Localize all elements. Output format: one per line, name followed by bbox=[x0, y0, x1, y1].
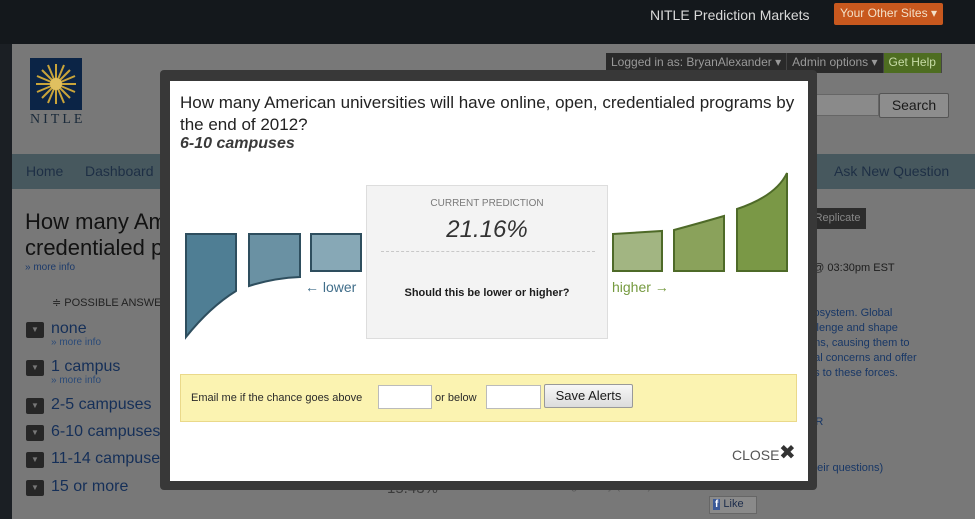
alert-above-input[interactable] bbox=[378, 385, 432, 409]
lower-label[interactable]: ← lower bbox=[305, 279, 356, 295]
prediction-label: CURRENT PREDICTION bbox=[430, 198, 544, 209]
answer-label[interactable]: 2-5 campuses bbox=[51, 396, 152, 414]
email-alert-bar: Email me if the chance goes above or bel… bbox=[180, 374, 797, 422]
answer-label[interactable]: 15 or more bbox=[51, 478, 128, 496]
answer-more-info-link[interactable]: » more info bbox=[51, 375, 120, 386]
expand-arrow-icon[interactable]: ▼ bbox=[26, 360, 44, 376]
close-icon[interactable]: ✖ bbox=[779, 443, 797, 463]
close-label[interactable]: CLOSE bbox=[732, 447, 779, 463]
site-title[interactable]: NITLE Prediction Markets bbox=[650, 7, 810, 23]
higher-bar-small[interactable] bbox=[612, 229, 663, 272]
lower-bar-large[interactable] bbox=[185, 233, 237, 340]
question-more-info-link[interactable]: » more info bbox=[25, 262, 75, 273]
higher-bar-large[interactable] bbox=[736, 172, 788, 272]
prediction-modal: How many American universities will have… bbox=[170, 81, 808, 481]
logo[interactable]: NITLE bbox=[30, 58, 82, 128]
lower-or-higher-prompt: Should this be lower or higher? bbox=[404, 287, 570, 299]
expand-arrow-icon[interactable]: ▼ bbox=[26, 398, 44, 414]
answer-label[interactable]: none bbox=[51, 320, 87, 337]
expand-arrow-icon[interactable]: ▼ bbox=[26, 480, 44, 496]
alert-above-label: Email me if the chance goes above bbox=[191, 392, 363, 404]
answer-label[interactable]: 6-10 campuses bbox=[51, 423, 160, 441]
question-description: cosystem. Global allenge and shape ons, … bbox=[808, 307, 917, 379]
search-button[interactable]: Search bbox=[879, 93, 949, 118]
answer-row[interactable]: ▼ 11-14 campuses bbox=[26, 450, 168, 468]
lower-bar-medium[interactable] bbox=[248, 233, 301, 288]
other-sites-menu[interactable]: Your Other Sites ▾ bbox=[834, 3, 943, 25]
save-alerts-button[interactable]: Save Alerts bbox=[544, 384, 633, 408]
nav-dashboard[interactable]: Dashboard bbox=[85, 163, 154, 179]
higher-bar-medium[interactable] bbox=[673, 214, 725, 272]
logo-sunburst-icon bbox=[30, 58, 82, 110]
question-date: 2 @ 03:30pm EST bbox=[804, 262, 895, 274]
search-input[interactable] bbox=[807, 94, 879, 116]
alert-below-label: or below bbox=[435, 392, 477, 404]
nav-ask-question[interactable]: Ask New Question bbox=[834, 163, 949, 179]
nav-home[interactable]: Home bbox=[26, 163, 63, 179]
answer-row[interactable]: ▼ 2-5 campuses bbox=[26, 396, 152, 414]
lower-bar-small[interactable] bbox=[310, 233, 362, 272]
higher-label[interactable]: higher → bbox=[612, 279, 669, 295]
top-bar: NITLE Prediction Markets Your Other Site… bbox=[0, 0, 975, 44]
answer-label[interactable]: 11-14 campuses bbox=[51, 450, 168, 468]
answer-row[interactable]: ▼ 15 or more bbox=[26, 478, 128, 496]
facebook-like-button[interactable]: f Like bbox=[709, 496, 757, 514]
answer-label[interactable]: 1 campus bbox=[51, 358, 120, 375]
answer-row[interactable]: ▼ 1 campus» more info bbox=[26, 358, 120, 386]
expand-arrow-icon[interactable]: ▼ bbox=[26, 425, 44, 441]
question-title: How many Am credentialed p bbox=[25, 209, 167, 260]
answer-row[interactable]: ▼ 6-10 campuses bbox=[26, 423, 160, 441]
prediction-divider bbox=[381, 251, 595, 252]
alert-below-input[interactable] bbox=[486, 385, 541, 409]
current-prediction-box: CURRENT PREDICTION 21.16% Should this be… bbox=[366, 185, 608, 339]
sidebar-questions-link[interactable]: their questions) bbox=[808, 462, 883, 474]
expand-arrow-icon[interactable]: ▼ bbox=[26, 452, 44, 468]
expand-arrow-icon[interactable]: ▼ bbox=[26, 322, 44, 338]
answer-row[interactable]: ▼ none» more info bbox=[26, 320, 101, 348]
get-help-button[interactable]: Get Help bbox=[883, 53, 942, 73]
answer-more-info-link[interactable]: » more info bbox=[51, 337, 101, 348]
possible-answers-header[interactable]: ≑ POSSIBLE ANSWER bbox=[52, 296, 169, 309]
prediction-value: 21.16% bbox=[446, 216, 528, 243]
logo-text: NITLE bbox=[30, 112, 86, 127]
